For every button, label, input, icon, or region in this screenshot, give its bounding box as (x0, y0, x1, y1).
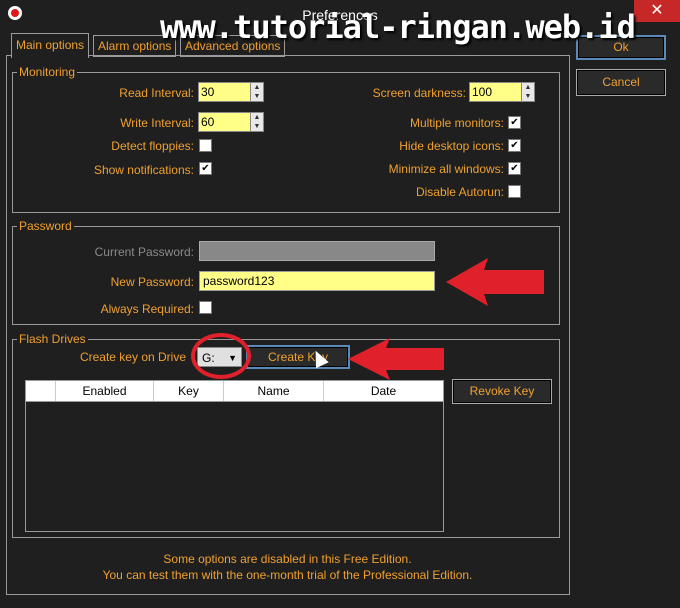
up-arrow-icon[interactable]: ▲ (251, 83, 263, 92)
down-arrow-icon[interactable]: ▼ (251, 92, 263, 101)
disable-autorun-checkbox[interactable] (508, 185, 521, 198)
title-bar: Preferences ✕ (0, 0, 680, 28)
write-interval-arrows[interactable]: ▲ ▼ (250, 112, 264, 132)
write-interval-label: Write Interval: (120, 116, 194, 130)
detect-floppies-checkbox[interactable] (199, 139, 212, 152)
down-arrow-icon[interactable]: ▼ (522, 92, 534, 101)
current-password-field (199, 241, 435, 261)
screen-darkness-input[interactable] (469, 82, 523, 102)
preferences-window: Preferences ✕ Main options Alarm options… (0, 0, 680, 608)
read-interval-label: Read Interval: (119, 86, 194, 100)
column-header-enabled[interactable]: Enabled (56, 381, 154, 401)
ok-button[interactable]: Ok (576, 35, 666, 60)
column-header-key[interactable]: Key (154, 381, 224, 401)
show-notifications-checkbox[interactable]: ✔ (199, 162, 212, 175)
footer-line-2: You can test them with the one-month tri… (102, 568, 473, 582)
monitoring-legend: Monitoring (19, 65, 76, 79)
red-arrow-create-key-icon (348, 338, 444, 380)
multiple-monitors-label: Multiple monitors: (409, 116, 504, 130)
red-circle-drive-icon (191, 333, 251, 379)
write-interval-input[interactable] (198, 112, 252, 132)
hide-desktop-icons-label: Hide desktop icons: (399, 139, 504, 153)
minimize-all-windows-label: Minimize all windows: (388, 162, 504, 176)
flash-keys-table[interactable]: Enabled Key Name Date (25, 380, 444, 532)
screen-darkness-arrows[interactable]: ▲ ▼ (521, 82, 535, 102)
up-arrow-icon[interactable]: ▲ (251, 113, 263, 122)
password-legend: Password (19, 219, 72, 233)
close-button[interactable]: ✕ (634, 0, 680, 22)
revoke-key-button[interactable]: Revoke Key (452, 379, 552, 404)
up-arrow-icon[interactable]: ▲ (522, 83, 534, 92)
red-arrow-password-icon (446, 258, 544, 306)
down-arrow-icon[interactable]: ▼ (251, 122, 263, 131)
current-password-label: Current Password: (94, 245, 194, 259)
tab-advanced-options[interactable]: Advanced options (180, 35, 286, 57)
new-password-label: New Password: (110, 275, 194, 289)
table-header: Enabled Key Name Date (26, 381, 443, 402)
flash-drives-legend: Flash Drives (19, 332, 86, 346)
footer-line-1: Some options are disabled in this Free E… (163, 552, 412, 566)
cancel-button[interactable]: Cancel (576, 69, 666, 96)
hide-desktop-icons-checkbox[interactable]: ✔ (508, 139, 521, 152)
column-header-blank[interactable] (26, 381, 56, 401)
multiple-monitors-checkbox[interactable]: ✔ (508, 116, 521, 129)
disable-autorun-label: Disable Autorun: (415, 185, 504, 199)
screen-darkness-label: Screen darkness: (372, 86, 466, 100)
read-interval-input[interactable] (198, 82, 252, 102)
read-interval-arrows[interactable]: ▲ ▼ (250, 82, 264, 102)
column-header-date[interactable]: Date (324, 381, 443, 401)
show-notifications-label: Show notifications: (93, 163, 194, 177)
tab-main-options[interactable]: Main options (11, 33, 90, 58)
create-key-button[interactable]: Create Key (246, 345, 350, 369)
detect-floppies-label: Detect floppies: (111, 139, 194, 153)
minimize-all-windows-checkbox[interactable]: ✔ (508, 162, 521, 175)
always-required-checkbox[interactable] (199, 301, 212, 314)
create-key-label: Create key on Drive (79, 350, 186, 364)
window-title: Preferences (302, 7, 378, 23)
column-header-name[interactable]: Name (224, 381, 324, 401)
always-required-label: Always Required: (100, 302, 194, 316)
tab-alarm-options[interactable]: Alarm options (93, 35, 177, 57)
new-password-field[interactable] (199, 271, 435, 291)
